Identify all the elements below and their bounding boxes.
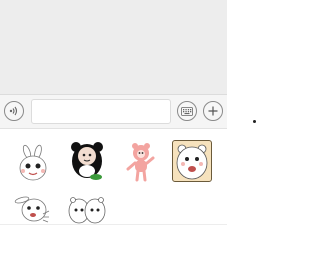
chat-message-area (0, 0, 227, 94)
running-bunny-sticker[interactable] (14, 194, 52, 234)
plus-button[interactable] (203, 101, 223, 121)
panel-divider (0, 224, 227, 225)
pink-bear-sticker[interactable] (122, 142, 160, 182)
sticker-panel (0, 129, 227, 224)
white-baby-sticker[interactable] (172, 140, 212, 182)
voice-button[interactable] (4, 101, 24, 121)
message-input[interactable] (31, 99, 171, 124)
edge-dot (253, 120, 256, 123)
two-babies-sticker[interactable] (68, 191, 106, 231)
plus-icon (208, 106, 218, 116)
panda-suit-sticker[interactable] (68, 141, 106, 181)
chat-input-bar (0, 94, 227, 129)
keyboard-icon (181, 106, 193, 116)
keyboard-button[interactable] (177, 101, 197, 121)
chat-screen (0, 0, 227, 254)
voice-icon (9, 106, 18, 116)
panda-bunny-sticker[interactable] (14, 144, 52, 184)
